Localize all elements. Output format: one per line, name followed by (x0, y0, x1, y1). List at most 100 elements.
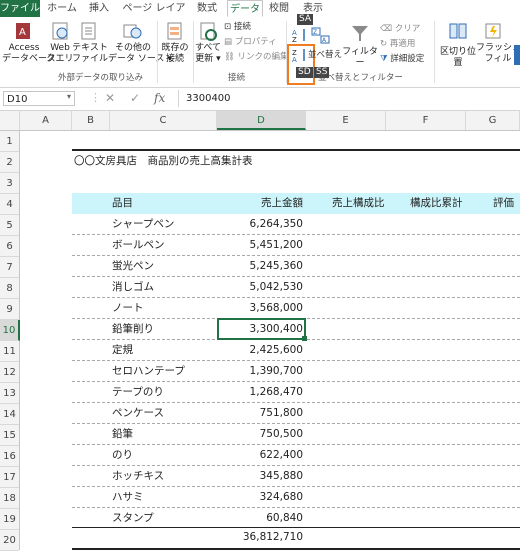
column-header-b[interactable]: B (72, 111, 110, 130)
properties-button[interactable]: ▤ プロパティ (224, 35, 277, 47)
tab-file[interactable]: ファイル (0, 0, 40, 17)
insert-function-button[interactable]: fx (154, 91, 165, 105)
advanced-button[interactable]: ⧩ 詳細設定 (380, 52, 424, 64)
row-header-1[interactable]: 1 (0, 131, 19, 152)
item-amount-cell[interactable]: 1,268,470 (217, 382, 306, 403)
reapply-icon: ↻ (380, 39, 388, 49)
item-amount-cell[interactable]: 6,264,350 (217, 214, 306, 235)
item-name-cell[interactable]: テープのり (112, 382, 164, 403)
item-name-cell[interactable]: 蛍光ペン (112, 256, 154, 277)
row-header-4[interactable]: 4 (0, 194, 19, 215)
row-header-10[interactable]: 10 (0, 320, 20, 341)
group-separator (434, 21, 435, 83)
tab-review[interactable]: 校閲 (266, 0, 292, 17)
row-header-7[interactable]: 7 (0, 257, 19, 278)
header-item[interactable]: 品目 (112, 193, 133, 214)
header-rating[interactable]: 評価 (493, 193, 514, 214)
column-header-e[interactable]: E (306, 111, 386, 130)
row-header-14[interactable]: 14 (0, 404, 19, 425)
filter-button[interactable]: フィルター (340, 47, 380, 69)
item-name-cell[interactable]: セロハンテープ (112, 361, 185, 382)
row-header-9[interactable]: 9 (0, 299, 19, 320)
item-name-cell[interactable]: 消しゴム (112, 277, 154, 298)
sort-button[interactable]: 並べ替え (308, 48, 342, 60)
text-file-button[interactable]: テキスト ファイル (72, 43, 108, 65)
item-amount-cell[interactable]: 622,400 (217, 445, 306, 466)
name-box[interactable]: D10 (3, 91, 75, 106)
header-share[interactable]: 売上構成比 (332, 193, 385, 214)
column-header-d[interactable]: D (217, 111, 306, 130)
header-cumulative[interactable]: 構成比累計 (410, 193, 463, 214)
tab-formulas[interactable]: 数式 (193, 0, 221, 17)
row-header-13[interactable]: 13 (0, 383, 19, 404)
row-header-19[interactable]: 19 (0, 509, 19, 530)
row-header-20[interactable]: 20 (0, 530, 19, 551)
item-name-cell[interactable]: スタンプ (112, 508, 154, 529)
row-header-16[interactable]: 16 (0, 446, 19, 467)
item-amount-cell[interactable]: 5,042,530 (217, 277, 306, 298)
column-header-g[interactable]: G (466, 111, 520, 130)
total-amount[interactable]: 36,812,710 (217, 527, 306, 548)
access-button[interactable]: Access データベース (2, 43, 56, 65)
item-amount-cell[interactable]: 751,800 (217, 403, 306, 424)
item-amount-cell[interactable]: 2,425,600 (217, 340, 306, 361)
fill-handle[interactable] (302, 336, 307, 341)
clear-button[interactable]: ⌫ クリア (380, 22, 420, 34)
row-header-3[interactable]: 3 (0, 173, 19, 194)
refresh-all-button[interactable]: すべて 更新 ▾ (194, 43, 222, 65)
item-amount-cell[interactable]: 1,390,700 (217, 361, 306, 382)
item-name-cell[interactable]: 定規 (112, 340, 133, 361)
edit-links-button[interactable]: ⛓ リンクの編集 (224, 50, 289, 62)
active-cell-d10[interactable] (217, 318, 306, 340)
row-header-15[interactable]: 15 (0, 425, 19, 446)
edit-links-icon: ⛓ (224, 52, 235, 62)
tab-insert[interactable]: 挿入 (84, 0, 114, 17)
header-amount[interactable]: 売上金額 (217, 193, 306, 214)
item-amount-cell[interactable]: 5,245,360 (217, 256, 306, 277)
column-header-a[interactable]: A (20, 111, 72, 130)
text-to-columns-button[interactable]: 区切り位置 (436, 47, 480, 69)
remove-duplicates-icon[interactable] (514, 45, 520, 65)
row-header-2[interactable]: 2 (0, 152, 19, 173)
row-header-5[interactable]: 5 (0, 215, 19, 236)
item-amount-cell[interactable]: 345,880 (217, 466, 306, 487)
item-name-cell[interactable]: のり (112, 445, 133, 466)
reapply-button[interactable]: ↻ 再適用 (380, 37, 415, 49)
item-amount-cell[interactable]: 5,451,200 (217, 235, 306, 256)
formula-input[interactable]: 3300400 (186, 91, 231, 106)
item-name-cell[interactable]: 鉛筆削り (112, 319, 154, 340)
existing-connections-button[interactable]: 既存の 接続 (158, 43, 192, 65)
cancel-icon[interactable]: ✕ (105, 91, 115, 105)
sheet-title[interactable]: 〇〇文房具店 商品別の売上高集計表 (74, 151, 253, 172)
item-amount-cell[interactable]: 324,680 (217, 487, 306, 508)
item-name-cell[interactable]: シャープペン (112, 214, 174, 235)
tab-page-layout[interactable]: ページ レイアウト (118, 0, 190, 31)
item-amount-cell[interactable]: 60,840 (217, 508, 306, 529)
row-header-17[interactable]: 17 (0, 467, 19, 488)
web-query-button[interactable]: Web クエリ (46, 43, 74, 65)
other-sources-button[interactable]: その他の データ ソース ▾ (108, 43, 172, 65)
item-name-cell[interactable]: 鉛筆 (112, 424, 133, 445)
item-name-cell[interactable]: ボールペン (112, 235, 165, 256)
item-amount-cell[interactable]: 3,568,000 (217, 298, 306, 319)
row-header-8[interactable]: 8 (0, 278, 19, 299)
select-all-corner[interactable] (0, 111, 20, 130)
column-header-c[interactable]: C (110, 111, 217, 130)
enter-check-icon[interactable]: ✓ (130, 91, 140, 105)
tab-home[interactable]: ホーム (45, 0, 79, 17)
row-header-11[interactable]: 11 (0, 341, 19, 362)
item-name-cell[interactable]: ハサミ (112, 487, 144, 508)
item-name-cell[interactable]: ホッチキス (112, 466, 164, 487)
row-header-6[interactable]: 6 (0, 236, 19, 257)
row-header-18[interactable]: 18 (0, 488, 19, 509)
item-amount-cell[interactable]: 750,500 (217, 424, 306, 445)
title-top-border (72, 149, 520, 151)
item-name-cell[interactable]: ノート (112, 298, 144, 319)
item-name-cell[interactable]: ペンケース (112, 403, 164, 424)
tab-data[interactable]: データ (227, 0, 263, 17)
row-header-12[interactable]: 12 (0, 362, 19, 383)
column-header-f[interactable]: F (386, 111, 466, 130)
connections-button[interactable]: ⊡ 接続 (224, 20, 251, 32)
sort-z-to-a-icon[interactable]: ZA (291, 47, 309, 66)
name-box-dropdown-icon[interactable]: ▾ (67, 92, 71, 101)
